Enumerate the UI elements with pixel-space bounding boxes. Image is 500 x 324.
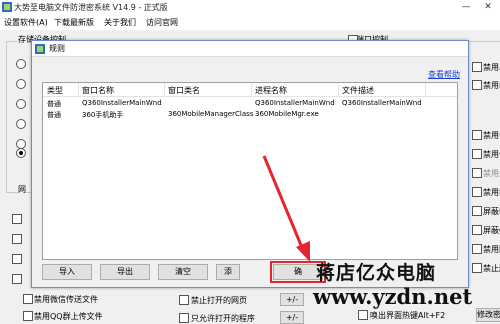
- wechat-block-label: 禁用微信传送文件: [34, 295, 98, 304]
- menu-website[interactable]: 访问官网: [146, 17, 178, 28]
- menu-download[interactable]: 下载最新版: [54, 17, 94, 28]
- help-link[interactable]: 查看帮助: [428, 69, 460, 80]
- block-ctrl-label: 屏蔽Ctrl: [483, 226, 500, 235]
- storage-radio-3[interactable]: [16, 99, 26, 109]
- menu-settings[interactable]: 设置软件(A): [4, 17, 48, 28]
- column-divider[interactable]: [425, 83, 426, 96]
- cell-process-name: Q360InstallerMainWnd: [255, 99, 335, 107]
- forbid-delete-checkbox[interactable]: [472, 263, 482, 273]
- disable-cd-checkbox[interactable]: [472, 168, 482, 178]
- column-header-type[interactable]: 类型: [47, 85, 63, 96]
- cell-type: 普通: [47, 100, 61, 108]
- column-header-process-name[interactable]: 进程名称: [255, 85, 287, 96]
- column-header-file-description[interactable]: 文件描述: [342, 85, 374, 96]
- watermark-title: 蒋店亿众电脑: [316, 262, 437, 284]
- dialog-app-icon: [35, 44, 45, 54]
- title-bar: 大势至电脑文件防泄密系统 V14.9 - 正式版 — ✕: [0, 0, 500, 17]
- table-row[interactable]: 普通 Q360InstallerMainWnd Q360InstallerMai…: [43, 98, 457, 109]
- cell-window-class: 360MobileManagerClass: [168, 110, 254, 118]
- column-header-window-class[interactable]: 窗口类名: [168, 85, 200, 96]
- storage-radio-2[interactable]: [16, 79, 26, 89]
- disable-print-checkbox[interactable]: [472, 187, 482, 197]
- block-webpage-checkbox[interactable]: [179, 295, 189, 305]
- block-webpage-edit-button[interactable]: +/-: [280, 293, 304, 306]
- qq-group-block-label: 禁用QQ群上传文件: [34, 312, 103, 321]
- allow-program-label: 只允许打开的程序: [191, 314, 255, 323]
- block-ctrl-checkbox[interactable]: [472, 225, 482, 235]
- table-row[interactable]: 普通 360手机助手 360MobileManagerClass 360Mobi…: [43, 109, 457, 120]
- cell-process-name: 360MobileMgr.exe: [255, 110, 319, 118]
- cell-type: 普通: [47, 111, 61, 119]
- disable-device-label: 禁用设备: [483, 131, 500, 140]
- column-divider[interactable]: [338, 83, 339, 96]
- storage-radio-6-selected[interactable]: [16, 148, 26, 158]
- table-header: 类型 窗口名称 窗口类名 进程名称 文件描述: [43, 83, 457, 97]
- annotation-arrow-icon: [262, 155, 310, 262]
- change-password-button[interactable]: 修改密: [476, 308, 500, 322]
- rules-table[interactable]: 类型 窗口名称 窗口类名 进程名称 文件描述 普通 Q360InstallerM…: [42, 82, 458, 260]
- add-button[interactable]: 添: [216, 264, 240, 280]
- storage-radio-1[interactable]: [16, 59, 26, 69]
- port-pcm-checkbox[interactable]: [472, 80, 482, 90]
- menu-about[interactable]: 关于我们: [104, 17, 136, 28]
- hotkey-checkbox[interactable]: [358, 310, 368, 320]
- rules-dialog: 规则 查看帮助 类型 窗口名称 窗口类名 进程名称 文件描述 普通 Q360In…: [31, 40, 469, 288]
- network-group-title: 网: [18, 184, 26, 195]
- allow-program-edit-button[interactable]: +/-: [280, 311, 304, 324]
- left-checkbox-4[interactable]: [12, 274, 22, 284]
- storage-radio-4[interactable]: [16, 119, 26, 129]
- cell-window-name: Q360InstallerMainWnd: [82, 99, 162, 107]
- disable-task-checkbox[interactable]: [472, 149, 482, 159]
- export-button[interactable]: 导出: [100, 264, 150, 280]
- disable-print-label: 禁用打印: [483, 188, 500, 197]
- port-serial-label: 禁用串口: [483, 63, 500, 72]
- block-esc-checkbox[interactable]: [472, 206, 482, 216]
- forbid-delete-label: 禁止删除: [483, 264, 500, 273]
- app-logo-icon: [2, 2, 12, 12]
- allow-program-checkbox[interactable]: [179, 313, 189, 323]
- column-divider[interactable]: [78, 83, 79, 96]
- port-serial-checkbox[interactable]: [472, 62, 482, 72]
- left-checkbox-2[interactable]: [12, 234, 22, 244]
- menu-bar: 设置软件(A) 下载最新版 关于我们 访问官网: [0, 16, 500, 30]
- port-pcm-label: 禁用PCM: [483, 81, 500, 90]
- disable-cd-label: 禁用光盘: [483, 169, 500, 178]
- qq-group-block-checkbox[interactable]: [23, 311, 33, 321]
- disable-device-checkbox[interactable]: [472, 130, 482, 140]
- import-button[interactable]: 导入: [42, 264, 92, 280]
- disable-task-label: 禁用任务: [483, 150, 500, 159]
- disable-network-label: 禁用网络: [483, 245, 500, 254]
- cell-file-description: Q360InstallerMainWnd: [342, 99, 422, 107]
- clear-button[interactable]: 清空: [158, 264, 208, 280]
- hotkey-label: 唤出界面热键Alt+F2: [370, 311, 446, 320]
- dialog-title: 规则: [49, 44, 65, 53]
- disable-network-checkbox[interactable]: [472, 244, 482, 254]
- column-divider[interactable]: [164, 83, 165, 96]
- block-esc-label: 屏蔽Esc: [483, 207, 500, 216]
- app-title: 大势至电脑文件防泄密系统 V14.9 - 正式版: [14, 3, 168, 12]
- watermark-url: www.yzdn.net: [313, 284, 473, 309]
- cell-window-name: 360手机助手: [82, 111, 124, 119]
- column-divider[interactable]: [251, 83, 252, 96]
- dialog-title-bar: 规则: [32, 41, 468, 57]
- left-checkbox-3[interactable]: [12, 254, 22, 264]
- wechat-block-checkbox[interactable]: [23, 294, 33, 304]
- close-button[interactable]: ✕: [480, 1, 496, 14]
- column-header-window-name[interactable]: 窗口名称: [82, 85, 114, 96]
- minimize-button[interactable]: —: [458, 1, 474, 14]
- left-checkbox-1[interactable]: [12, 214, 22, 224]
- block-webpage-label: 禁止打开的网页: [191, 296, 247, 305]
